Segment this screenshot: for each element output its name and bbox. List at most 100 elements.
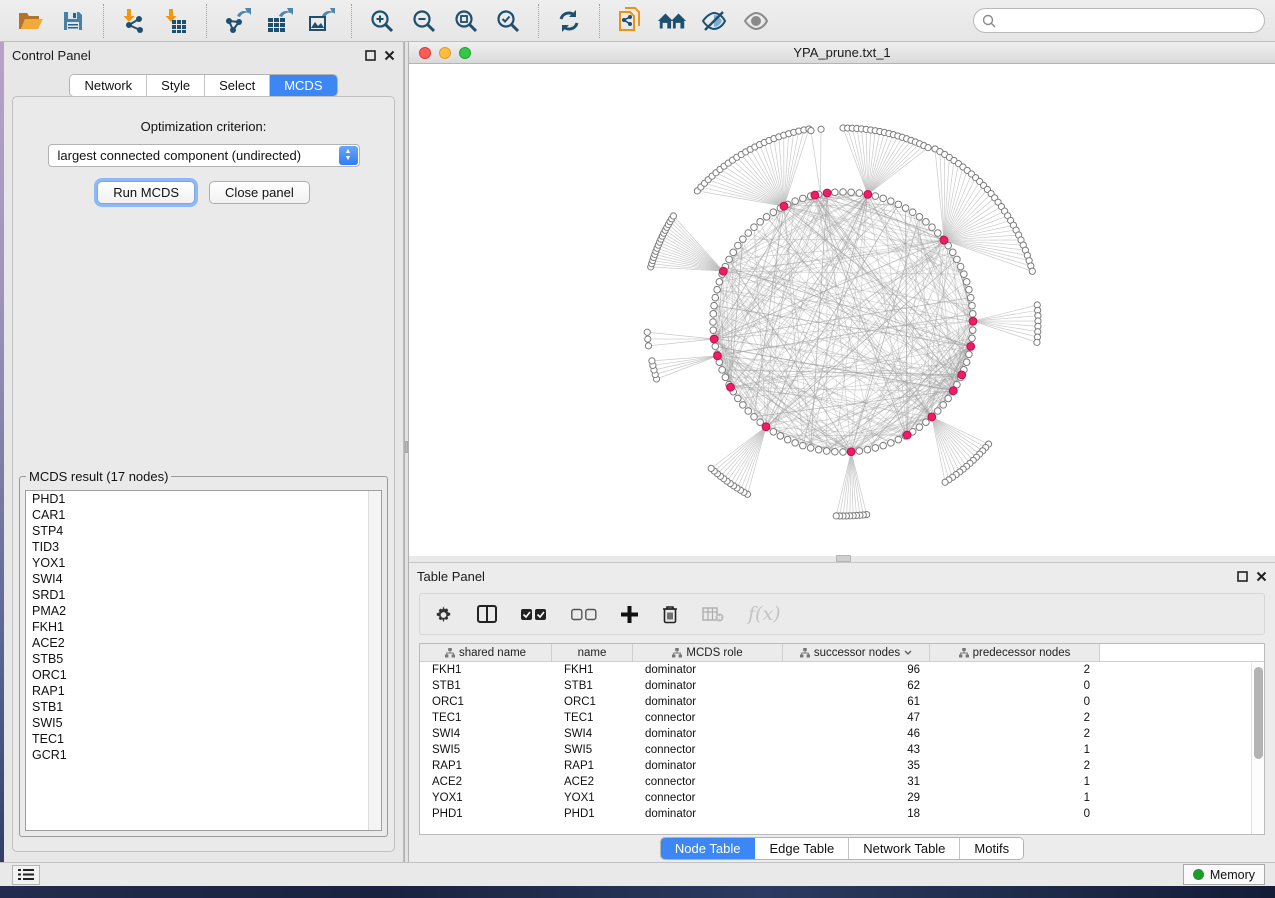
horizontal-splitter-handle[interactable] xyxy=(836,555,851,562)
ring-node[interactable] xyxy=(916,424,923,431)
ring-node[interactable] xyxy=(763,214,770,221)
mcds-node-car1[interactable]: CAR1 xyxy=(26,507,381,523)
ring-node[interactable] xyxy=(716,279,723,286)
mcds-result-list[interactable]: PHD1CAR1STP4TID3YOX1SWI4SRD1PMA2FKH1ACE2… xyxy=(25,490,382,831)
search-input[interactable] xyxy=(1002,14,1256,28)
ring-node[interactable] xyxy=(712,294,719,301)
leaf-node[interactable] xyxy=(645,343,651,349)
vertical-splitter-handle[interactable] xyxy=(405,441,408,453)
mcds-node[interactable] xyxy=(811,191,819,199)
homes-icon[interactable] xyxy=(657,6,687,36)
ring-node[interactable] xyxy=(730,249,737,256)
ring-node[interactable] xyxy=(963,359,970,366)
leaf-node[interactable] xyxy=(649,358,655,364)
ring-node[interactable] xyxy=(888,198,895,205)
ring-node[interactable] xyxy=(722,374,729,381)
ring-node[interactable] xyxy=(966,286,973,293)
network-graph[interactable] xyxy=(409,64,1275,556)
ring-node[interactable] xyxy=(934,230,941,237)
table-scrollbar[interactable] xyxy=(1251,663,1264,834)
ring-node[interactable] xyxy=(751,224,758,231)
table-row-phd1[interactable]: PHD1PHD1dominator180 xyxy=(420,806,1264,822)
table-scrollbar-thumb[interactable] xyxy=(1254,667,1263,759)
leaf-node[interactable] xyxy=(645,336,651,342)
ring-node[interactable] xyxy=(832,189,839,196)
mcds-node[interactable] xyxy=(847,448,855,456)
mcds-node-stb1[interactable]: STB1 xyxy=(26,699,381,715)
mcds-node-fkh1[interactable]: FKH1 xyxy=(26,619,381,635)
open-folder-icon[interactable] xyxy=(16,6,46,36)
column-layout-icon[interactable] xyxy=(477,605,497,623)
table-row-orc1[interactable]: ORC1ORC1dominator610 xyxy=(420,694,1264,710)
export-network-icon[interactable] xyxy=(222,6,252,36)
float-panel-icon[interactable] xyxy=(1237,571,1248,582)
mcds-node[interactable] xyxy=(958,371,966,379)
ring-node[interactable] xyxy=(895,201,902,208)
mcds-node-tec1[interactable]: TEC1 xyxy=(26,731,381,747)
task-history-button[interactable] xyxy=(12,865,40,885)
ring-node[interactable] xyxy=(735,242,742,249)
ring-node[interactable] xyxy=(770,209,777,216)
leaf-node[interactable] xyxy=(942,479,948,485)
ring-node[interactable] xyxy=(969,302,976,309)
table-row-yox1[interactable]: YOX1YOX1connector291 xyxy=(420,790,1264,806)
import-network-icon[interactable] xyxy=(119,6,149,36)
close-panel-button[interactable]: Close panel xyxy=(209,181,310,204)
leaf-node[interactable] xyxy=(644,329,650,335)
close-panel-icon[interactable] xyxy=(1256,571,1267,582)
ring-node[interactable] xyxy=(807,445,814,452)
ring-node[interactable] xyxy=(784,436,791,443)
ring-node[interactable] xyxy=(745,230,752,237)
mcds-node-stb5[interactable]: STB5 xyxy=(26,651,381,667)
column-header-mcds-role[interactable]: MCDS role xyxy=(633,644,783,661)
mcds-node[interactable] xyxy=(710,335,718,343)
ring-node[interactable] xyxy=(757,219,764,226)
mcds-node[interactable] xyxy=(903,431,911,439)
network-window-titlebar[interactable]: YPA_prune.txt_1 xyxy=(409,42,1275,64)
refresh-icon[interactable] xyxy=(554,6,584,36)
tab-network-table[interactable]: Network Table xyxy=(849,838,960,859)
ring-node[interactable] xyxy=(745,408,752,415)
leaf-node[interactable] xyxy=(1034,339,1040,345)
ring-node[interactable] xyxy=(969,311,976,318)
ring-node[interactable] xyxy=(963,279,970,286)
ring-node[interactable] xyxy=(954,256,961,263)
ring-node[interactable] xyxy=(792,440,799,447)
ring-node[interactable] xyxy=(710,311,717,318)
mcds-node-rap1[interactable]: RAP1 xyxy=(26,683,381,699)
mcds-node[interactable] xyxy=(762,423,770,431)
import-table-icon[interactable] xyxy=(161,6,191,36)
mcds-node-srd1[interactable]: SRD1 xyxy=(26,587,381,603)
mcds-list-scrollbar[interactable] xyxy=(368,491,381,830)
ring-node[interactable] xyxy=(909,209,916,216)
ring-node[interactable] xyxy=(923,219,930,226)
ring-node[interactable] xyxy=(967,294,974,301)
node-table[interactable]: shared namenameMCDS rolesuccessor nodesp… xyxy=(419,643,1265,835)
save-icon[interactable] xyxy=(58,6,88,36)
ring-node[interactable] xyxy=(945,395,952,402)
ring-node[interactable] xyxy=(710,327,717,334)
ring-node[interactable] xyxy=(848,189,855,196)
mcds-node-yox1[interactable]: YOX1 xyxy=(26,555,381,571)
leaf-node[interactable] xyxy=(808,128,814,134)
ring-node[interactable] xyxy=(770,428,777,435)
share-document-icon[interactable] xyxy=(615,6,645,36)
ring-node[interactable] xyxy=(714,286,721,293)
select-all-rows-icon[interactable] xyxy=(521,608,547,621)
zoom-selected-icon[interactable] xyxy=(493,6,523,36)
ring-node[interactable] xyxy=(966,351,973,358)
ring-node[interactable] xyxy=(895,436,902,443)
zoom-out-icon[interactable] xyxy=(409,6,439,36)
tab-motifs[interactable]: Motifs xyxy=(960,838,1023,859)
zoom-in-icon[interactable] xyxy=(367,6,397,36)
tab-style[interactable]: Style xyxy=(147,75,205,96)
leaf-node[interactable] xyxy=(1029,268,1035,274)
ring-node[interactable] xyxy=(740,236,747,243)
leaf-node[interactable] xyxy=(818,126,824,132)
mcds-node-tid3[interactable]: TID3 xyxy=(26,539,381,555)
ring-node[interactable] xyxy=(740,402,747,409)
ring-node[interactable] xyxy=(929,224,936,231)
ring-node[interactable] xyxy=(777,433,784,440)
ring-node[interactable] xyxy=(880,195,887,202)
ring-node[interactable] xyxy=(751,413,758,420)
